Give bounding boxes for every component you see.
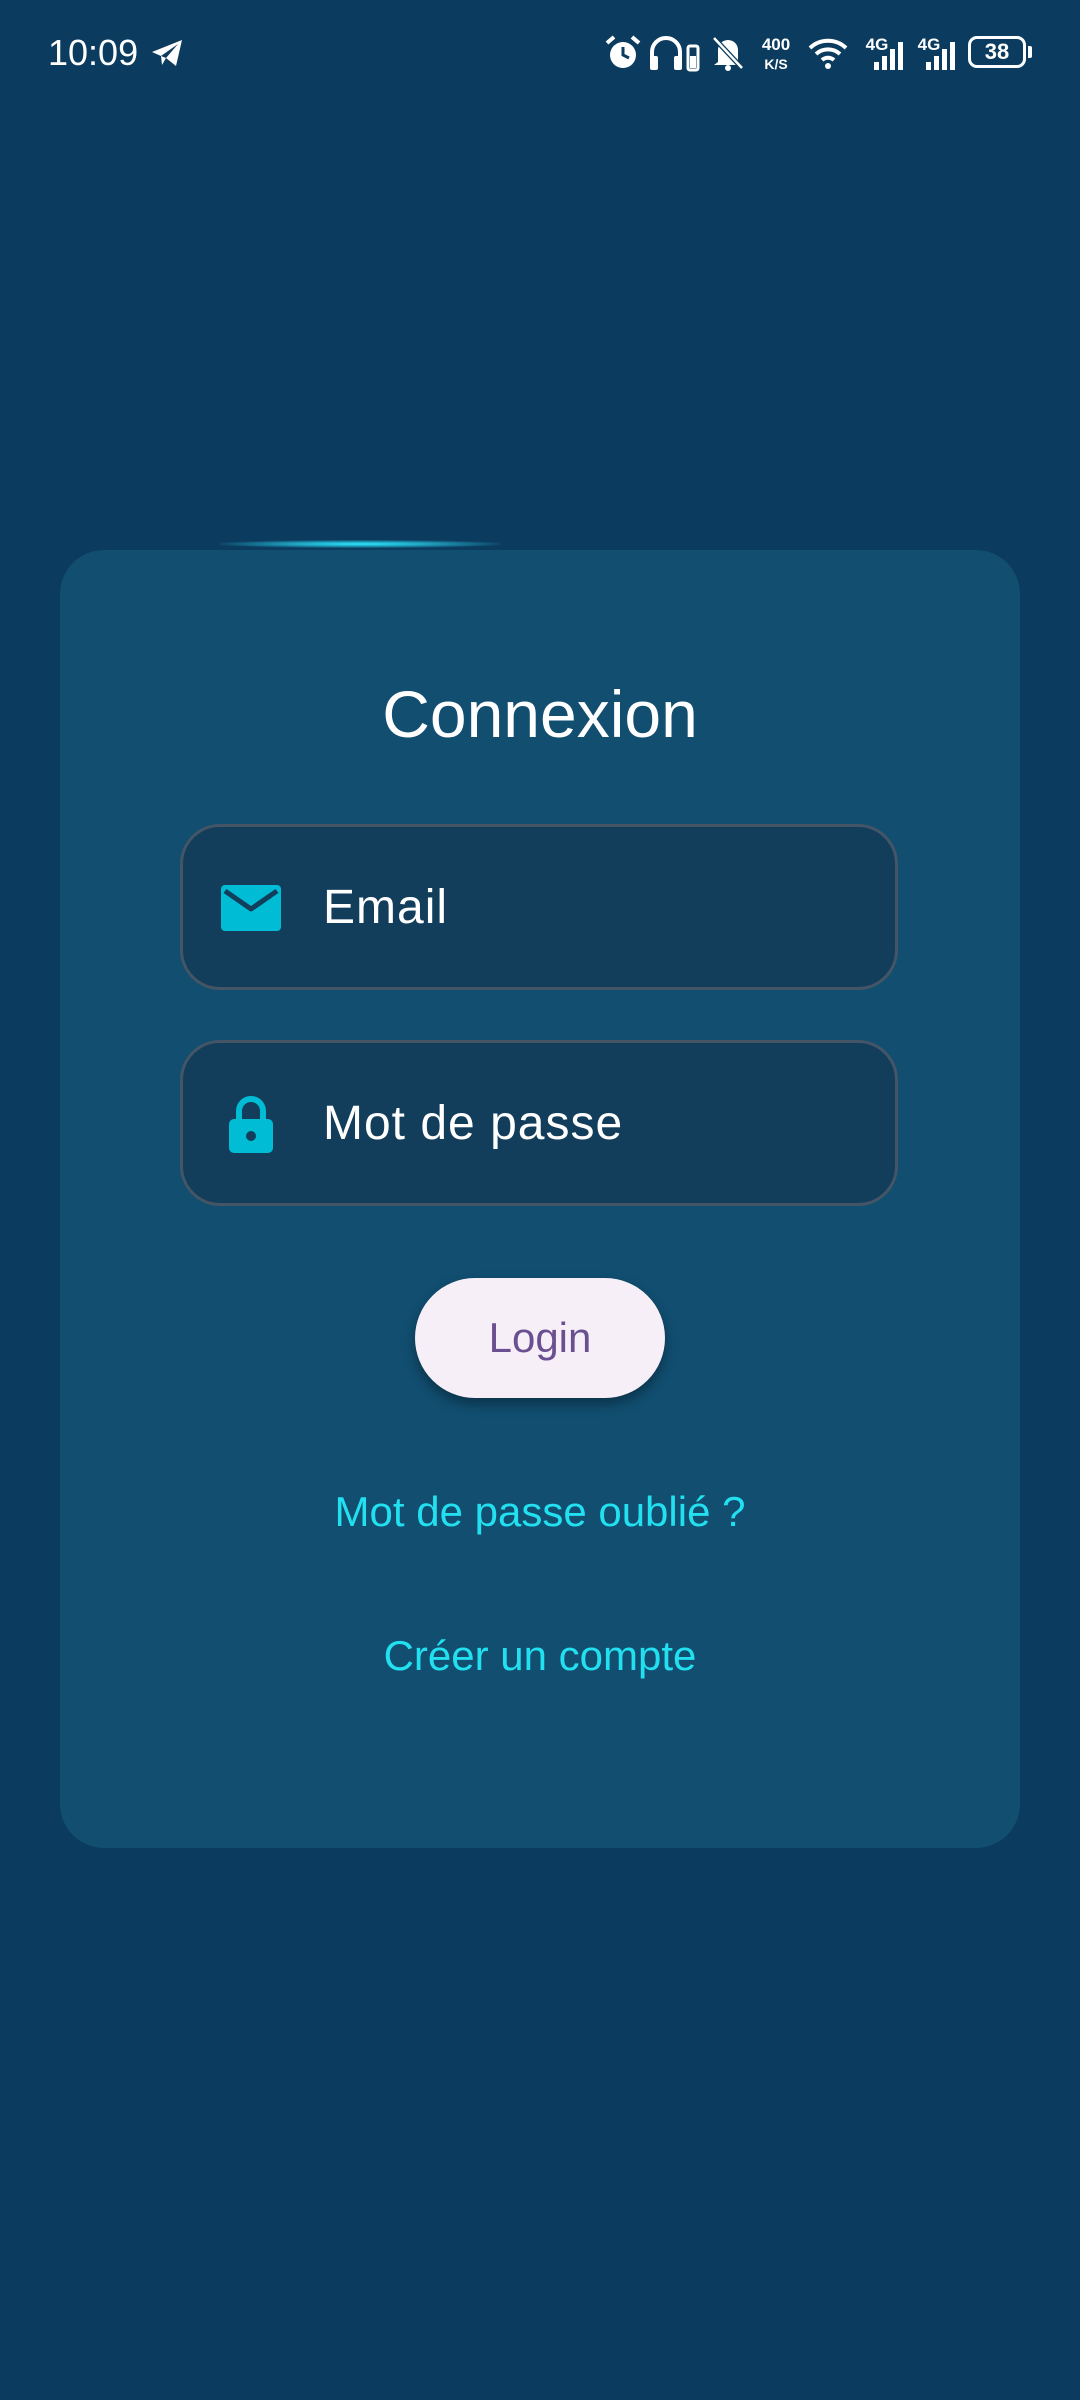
password-field[interactable] <box>180 1040 898 1206</box>
email-icon <box>219 875 283 939</box>
headphones-icon <box>648 34 702 77</box>
bell-off-icon <box>710 34 746 77</box>
signal-icon <box>924 40 958 75</box>
login-screen: 10:09 400 K/S 4G 4G 38 Connexion Email L… <box>0 0 1080 2400</box>
page-title: Connexion <box>382 677 698 751</box>
battery-tip <box>1028 46 1032 58</box>
status-bar: 10:09 400 K/S 4G 4G 38 <box>0 0 1080 108</box>
create-account-link[interactable]: Créer un compte <box>60 1632 1020 1680</box>
login-button[interactable]: Login <box>415 1278 665 1398</box>
alarm-icon <box>604 34 642 77</box>
password-input[interactable] <box>323 1043 873 1203</box>
card-glow-accent <box>220 540 500 548</box>
signal-icon <box>872 40 906 75</box>
lock-icon <box>219 1091 283 1155</box>
battery-icon: 38 <box>968 36 1026 68</box>
network-speed-unit: K/S <box>764 56 788 72</box>
forgot-password-link[interactable]: Mot de passe oublié ? <box>60 1488 1020 1536</box>
status-time: 10:09 <box>48 32 139 73</box>
wifi-icon <box>808 36 848 75</box>
email-field[interactable] <box>180 824 898 990</box>
login-card: Connexion Login Mot de passe oublié <box>60 550 1020 1848</box>
network-speed-value: 400 <box>761 35 791 54</box>
telegram-icon <box>150 38 184 73</box>
email-input[interactable] <box>323 827 873 987</box>
